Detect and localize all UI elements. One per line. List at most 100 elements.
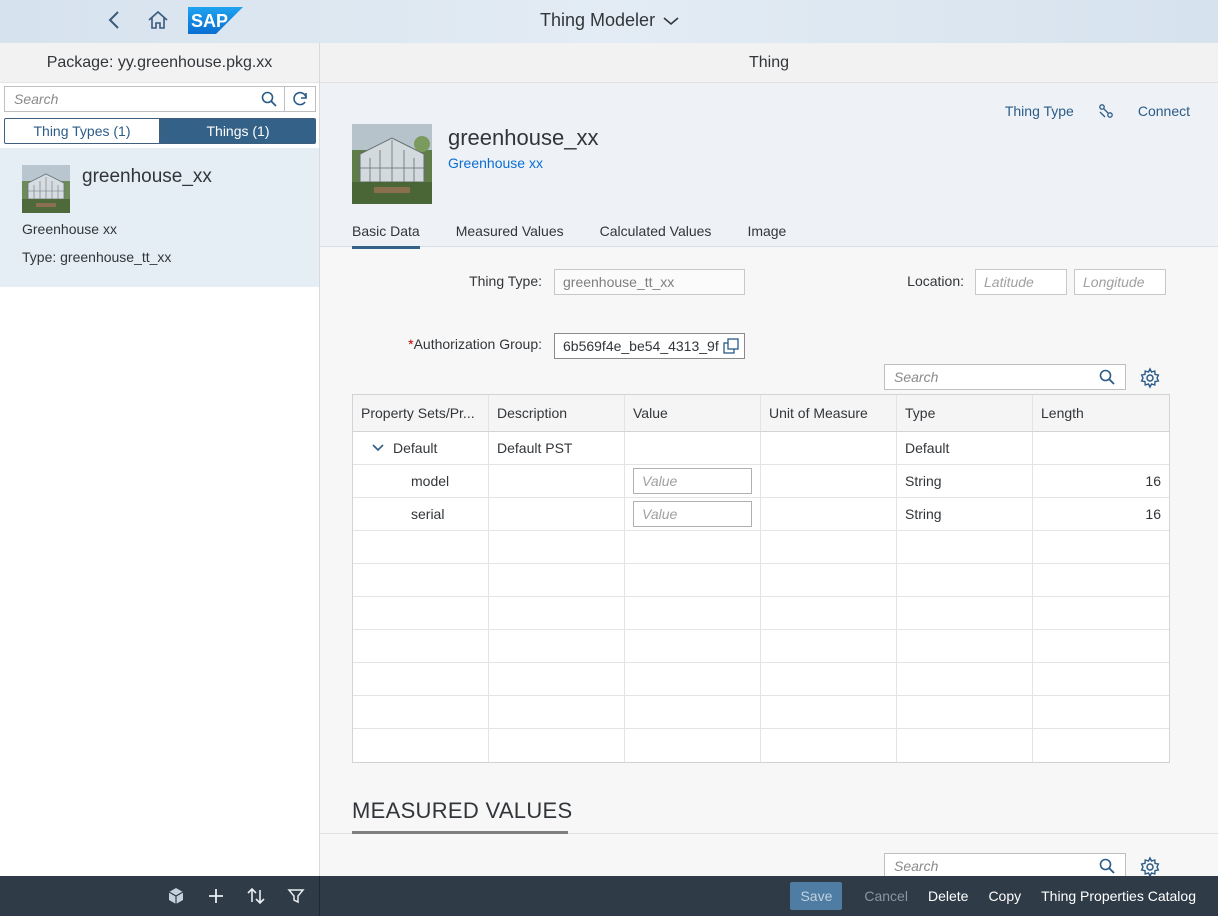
empty-cell	[489, 729, 625, 762]
column-header-value[interactable]: Value	[625, 395, 761, 431]
save-button[interactable]: Save	[790, 882, 843, 910]
description-cell	[489, 498, 625, 530]
object-header: Thing Type Connect greenhouse_xx Greenho…	[320, 83, 1218, 249]
empty-cell	[489, 597, 625, 629]
sort-icon[interactable]	[245, 885, 267, 907]
column-header-type[interactable]: Type	[897, 395, 1033, 431]
footer-toolbar: Save Cancel Delete Copy Thing Properties…	[0, 876, 1218, 916]
tab-bar: Basic Data Measured Values Calculated Va…	[352, 223, 786, 249]
list-item[interactable]: greenhouse_xx Greenhouse xx Type: greenh…	[0, 148, 319, 287]
measured-values-search-field[interactable]: Search	[884, 853, 1126, 876]
master-search-field[interactable]: Search	[4, 86, 316, 112]
column-header-description[interactable]: Description	[489, 395, 625, 431]
things-segment[interactable]: Things (1)	[160, 118, 316, 144]
object-subtitle-link[interactable]: Greenhouse xx	[448, 155, 543, 171]
empty-cell	[625, 663, 761, 695]
empty-cell	[625, 564, 761, 596]
list-item-description: Greenhouse xx	[22, 221, 117, 237]
empty-table-row	[353, 729, 1169, 762]
measured-values-search-input[interactable]: Search	[885, 858, 1099, 874]
empty-cell	[353, 564, 489, 596]
section-title-measured-values: MEASURED VALUES	[352, 798, 573, 823]
chevron-down-icon	[663, 16, 679, 25]
thing-type-link[interactable]: Thing Type	[1005, 103, 1074, 119]
empty-cell	[1033, 729, 1169, 762]
search-icon[interactable]	[254, 87, 284, 111]
thing-type-label: Thing Type:	[469, 273, 542, 289]
tab-calculated-values[interactable]: Calculated Values	[600, 223, 712, 245]
empty-cell	[897, 531, 1033, 563]
chevron-down-icon[interactable]	[371, 443, 385, 453]
empty-cell	[761, 663, 897, 695]
master-footer	[0, 876, 320, 916]
list-item-type: Type: greenhouse_tt_xx	[22, 249, 172, 265]
detail-footer: Save Cancel Delete Copy Thing Properties…	[320, 876, 1218, 916]
table-search-input[interactable]: Search	[885, 369, 1099, 385]
table-row[interactable]: serial Value String 16	[353, 498, 1169, 531]
tab-basic-data[interactable]: Basic Data	[352, 223, 420, 249]
table-row[interactable]: model Value String 16	[353, 465, 1169, 498]
tab-image[interactable]: Image	[747, 223, 786, 245]
connect-icon[interactable]	[1098, 103, 1114, 119]
app-title-menu[interactable]: Thing Modeler	[540, 10, 679, 31]
search-input[interactable]: Search	[5, 91, 254, 107]
segmented-button: Thing Types (1) Things (1)	[4, 118, 316, 144]
empty-cell	[353, 531, 489, 563]
back-arrow-icon[interactable]	[104, 9, 126, 31]
column-header-unit[interactable]: Unit of Measure	[761, 395, 897, 431]
empty-table-row	[353, 564, 1169, 597]
tab-measured-values[interactable]: Measured Values	[456, 223, 564, 245]
list-item-title: greenhouse_xx	[82, 166, 212, 187]
search-icon[interactable]	[1099, 369, 1115, 385]
value-input[interactable]: Value	[633, 501, 752, 527]
value-cell: Value	[625, 498, 761, 530]
unit-cell	[761, 498, 897, 530]
empty-cell	[761, 630, 897, 662]
thing-properties-catalog-button[interactable]: Thing Properties Catalog	[1031, 882, 1206, 910]
property-set-name: Default	[393, 440, 438, 456]
table-row[interactable]: Default Default PST Default	[353, 432, 1169, 465]
authorization-group-label: *Authorization Group:	[380, 336, 542, 352]
empty-cell	[625, 696, 761, 728]
cube-icon[interactable]	[165, 885, 187, 907]
refresh-icon[interactable]	[285, 87, 315, 111]
description-cell: Default PST	[489, 432, 625, 464]
empty-cell	[1033, 630, 1169, 662]
empty-cell	[353, 630, 489, 662]
column-header-length[interactable]: Length	[1033, 395, 1169, 431]
svg-text:SAP: SAP	[191, 11, 228, 31]
value-help-icon[interactable]	[722, 337, 740, 355]
value-cell: Value	[625, 465, 761, 497]
value-input[interactable]: Value	[633, 468, 752, 494]
length-cell: 16	[1145, 473, 1161, 489]
latitude-input[interactable]: Latitude	[975, 269, 1067, 295]
empty-cell	[761, 564, 897, 596]
detail-pane: Thing Thing Type Connect greenhouse_xx G…	[320, 43, 1218, 876]
cancel-button[interactable]: Cancel	[854, 882, 918, 910]
authorization-group-input[interactable]: 6b569f4e_be54_4313_9f	[554, 333, 745, 359]
empty-cell	[625, 597, 761, 629]
empty-cell	[489, 531, 625, 563]
length-cell: 16	[1145, 506, 1161, 522]
sap-logo: SAP	[188, 7, 243, 34]
home-icon[interactable]	[146, 9, 170, 31]
filter-icon[interactable]	[285, 885, 307, 907]
connect-link[interactable]: Connect	[1138, 103, 1190, 119]
object-title: greenhouse_xx	[448, 125, 599, 150]
gear-icon[interactable]	[1139, 367, 1161, 389]
empty-cell	[761, 696, 897, 728]
detail-title: Thing	[320, 43, 1218, 83]
gear-icon[interactable]	[1139, 856, 1161, 876]
table-search-field[interactable]: Search	[884, 364, 1126, 390]
authorization-group-text: Authorization Group:	[413, 336, 542, 352]
add-icon[interactable]	[205, 885, 227, 907]
search-icon[interactable]	[1099, 858, 1115, 874]
property-name: model	[353, 465, 489, 497]
thing-types-segment[interactable]: Thing Types (1)	[4, 118, 160, 144]
column-header-property-sets[interactable]: Property Sets/Pr...	[353, 395, 489, 431]
delete-button[interactable]: Delete	[918, 882, 978, 910]
longitude-input[interactable]: Longitude	[1074, 269, 1166, 295]
empty-table-row	[353, 531, 1169, 564]
copy-button[interactable]: Copy	[978, 882, 1031, 910]
properties-table: Property Sets/Pr... Description Value Un…	[352, 394, 1170, 763]
